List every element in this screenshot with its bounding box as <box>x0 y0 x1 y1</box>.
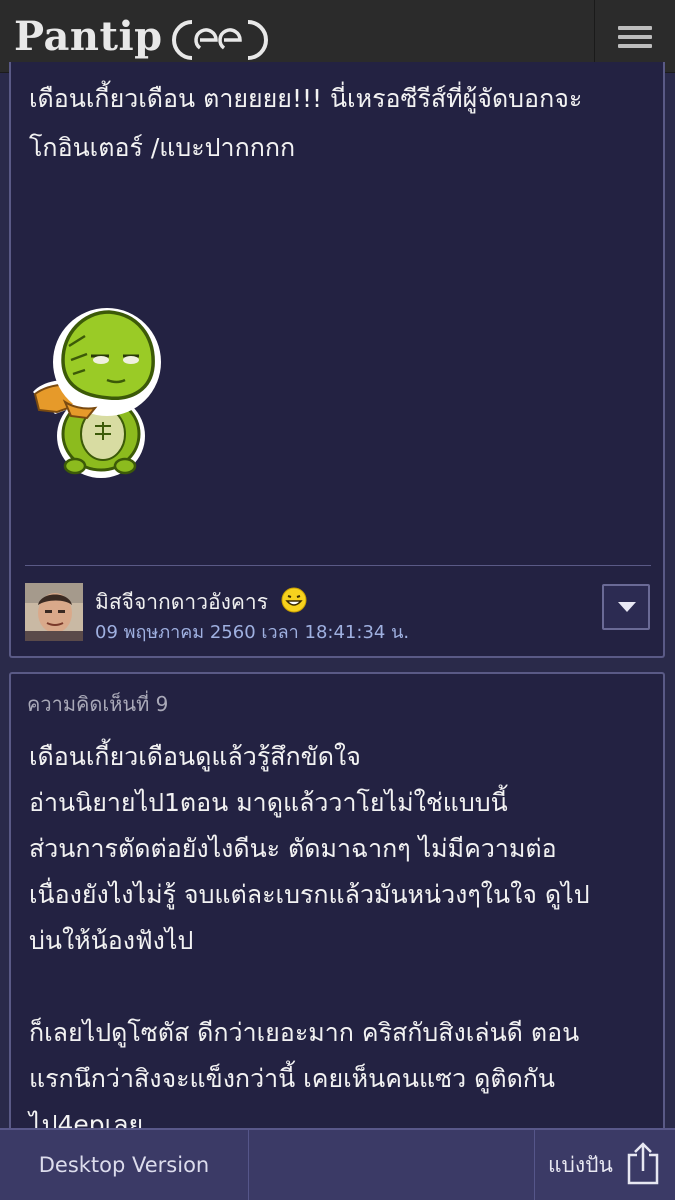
comment-text: เดือนเกี้ยวเดือนดูแล้วรู้สึกขัดใจ อ่านนิ… <box>29 742 590 1139</box>
chevron-down-icon <box>618 602 636 612</box>
avatar[interactable] <box>25 583 83 641</box>
bottom-bar: Desktop Version แบ่งปัน <box>0 1128 675 1200</box>
post-options-button[interactable] <box>602 584 650 630</box>
desktop-version-button[interactable]: Desktop Version <box>0 1130 249 1200</box>
comment-number: ความคิดเห็นที่ 9 <box>27 692 169 716</box>
hamburger-menu-icon <box>618 26 652 30</box>
author-name-text[interactable]: มิสจีจากดาวอังคาร <box>95 590 268 614</box>
share-label: แบ่งปัน <box>548 1153 613 1177</box>
hamburger-line <box>618 35 652 39</box>
avatar-image <box>25 583 83 641</box>
green-turtle-sticker <box>33 308 161 478</box>
post-text: เดือนเกี้ยวเดือน ตายยยย!!! นี่เหรอซีรีส์… <box>29 84 583 162</box>
comment-card: ความคิดเห็นที่ 9 เดือนเกี้ยวเดือนดูแล้วร… <box>9 672 665 1142</box>
post-date: 09 พฤษภาคม 2560 เวลา 18:41:34 น. <box>95 622 410 643</box>
post-card: เดือนเกี้ยวเดือน ตายยยย!!! นี่เหรอซีรีส์… <box>9 62 665 658</box>
share-button[interactable]: แบ่งปัน <box>534 1130 675 1200</box>
author-name[interactable]: มิสจีจากดาวอังคาร <box>95 586 307 619</box>
post-divider <box>25 565 651 566</box>
pantip-logo-icon <box>172 20 268 60</box>
grinning-face-icon <box>281 587 307 613</box>
share-icon <box>627 1142 659 1185</box>
pantip-logo[interactable]: Pantip <box>14 9 163 65</box>
hamburger-line <box>618 44 652 48</box>
